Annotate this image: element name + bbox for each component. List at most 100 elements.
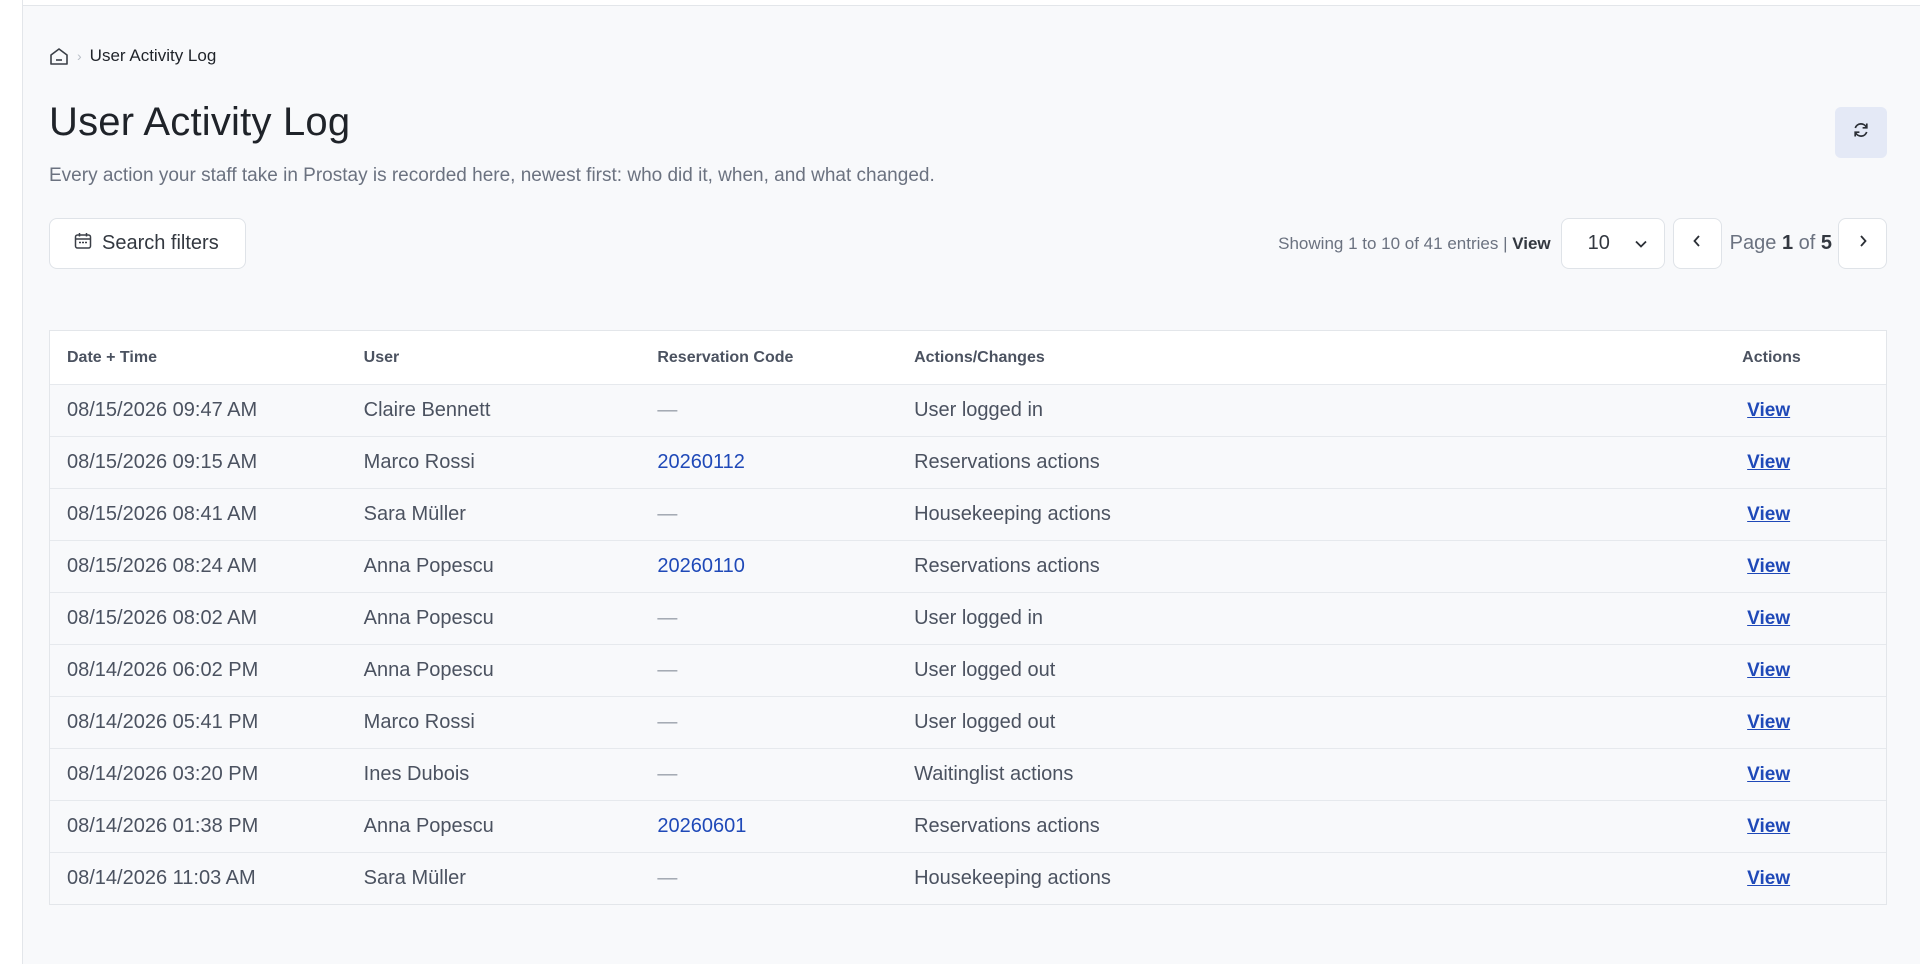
search-filters-label: Search filters: [102, 232, 219, 254]
prev-page-button[interactable]: [1672, 218, 1722, 269]
entries-text: Showing 1 to 10 of 41 entries |: [1278, 233, 1508, 253]
cell-reservation-code-empty: —: [657, 607, 678, 629]
view-label: View: [1512, 233, 1551, 253]
cell-datetime: 08/15/2026 08:41 AM: [67, 503, 258, 525]
cell-action: User logged in: [914, 399, 1044, 421]
cell-user: Sara Müller: [363, 867, 466, 889]
page-size-value: 10: [1587, 232, 1610, 254]
cell-actions: View: [1740, 763, 1886, 786]
view-link[interactable]: View: [1747, 556, 1790, 577]
cell-reservation-code-empty: —: [657, 711, 678, 733]
column-header-reservation-code[interactable]: Reservation Code: [657, 349, 914, 367]
cell-datetime: 08/15/2026 09:15 AM: [67, 451, 258, 473]
next-page-button[interactable]: [1838, 218, 1887, 269]
page-word: Page: [1729, 232, 1777, 254]
cell-datetime: 08/15/2026 09:47 AM: [67, 399, 258, 421]
column-header-user[interactable]: User: [364, 349, 658, 367]
table-row: 08/14/2026 06:02 PM Anna Popescu — User log…: [50, 644, 1886, 696]
view-link[interactable]: View: [1747, 816, 1790, 837]
cell-user: Anna Popescu: [363, 815, 494, 837]
cell-user: Marco Rossi: [363, 711, 475, 733]
cell-reservation-code-empty: —: [657, 399, 678, 421]
cell-action: User logged out: [914, 711, 1056, 733]
cell-reservation-code-empty: —: [657, 867, 678, 889]
cell-datetime: 08/14/2026 03:20 PM: [67, 763, 259, 785]
table-row: 08/15/2026 09:15 AM Marco Rossi 20260112 Re…: [50, 436, 1886, 488]
table-header: Date + Time User Reservation Code Action…: [50, 331, 1886, 384]
view-link[interactable]: View: [1747, 504, 1790, 525]
page-total: 5: [1820, 232, 1832, 254]
left-rail: [0, 0, 23, 964]
cell-user: Ines Dubois: [363, 763, 470, 785]
column-header-actions: Actions: [1742, 348, 1801, 366]
table-row: 08/14/2026 05:41 PM Marco Rossi — User logg…: [50, 696, 1886, 748]
cell-user: Sara Müller: [363, 503, 466, 525]
cell-action: Reservations actions: [914, 555, 1100, 577]
page-title: User Activity Log: [49, 100, 351, 144]
view-link[interactable]: View: [1747, 868, 1790, 889]
pagination: Showing 1 to 10 of 41 entries | View 10 …: [1278, 218, 1887, 269]
cell-datetime: 08/14/2026 11:03 AM: [67, 867, 256, 889]
cell-datetime: 08/15/2026 08:24 AM: [67, 555, 258, 577]
view-link[interactable]: View: [1747, 452, 1790, 473]
reservation-code-link[interactable]: 20260110: [657, 555, 914, 578]
view-link[interactable]: View: [1747, 608, 1790, 629]
cell-actions: View: [1740, 867, 1886, 890]
view-link[interactable]: View: [1747, 712, 1790, 733]
cell-user: Marco Rossi: [363, 451, 475, 473]
main-content: › User Activity Log User Activity Log Ev…: [49, 0, 1887, 964]
table-row: 08/15/2026 08:24 AM Anna Popescu 20260110 R…: [50, 540, 1886, 592]
page-indicator: Page 1 of 5: [1730, 232, 1832, 255]
cell-datetime: 08/15/2026 08:02 AM: [67, 607, 258, 629]
view-link[interactable]: View: [1747, 764, 1790, 785]
cell-actions: View: [1740, 659, 1886, 682]
cell-action: Waitinglist actions: [914, 763, 1074, 785]
column-header-datetime[interactable]: Date + Time: [50, 349, 364, 367]
cell-actions: View: [1740, 451, 1886, 474]
refresh-button[interactable]: [1835, 107, 1887, 158]
table-row: 08/15/2026 08:41 AM Sara Müller — Housekeep…: [50, 488, 1886, 540]
breadcrumb: › User Activity Log: [49, 46, 216, 66]
chevron-left-icon: [1692, 234, 1702, 253]
page-current: 1: [1781, 232, 1794, 254]
chevron-right-icon: [1858, 234, 1868, 253]
cell-action: Housekeeping actions: [914, 867, 1111, 889]
calendar-icon: [74, 232, 92, 256]
cell-actions: View: [1740, 555, 1886, 578]
page-subtitle: Every action your staff take in Prostay …: [49, 165, 935, 186]
cell-reservation-code-empty: —: [657, 503, 678, 525]
cell-user: Anna Popescu: [363, 659, 494, 681]
of-word: of: [1798, 232, 1816, 254]
cell-action: Housekeeping actions: [914, 503, 1111, 525]
cell-actions: View: [1740, 815, 1886, 838]
view-link[interactable]: View: [1747, 400, 1790, 421]
view-link[interactable]: View: [1747, 660, 1790, 681]
table-row: 08/15/2026 08:02 AM Anna Popescu — User log…: [50, 592, 1886, 644]
cell-reservation-code-empty: —: [657, 763, 678, 785]
breadcrumb-current: User Activity Log: [89, 46, 217, 65]
cell-actions: View: [1740, 399, 1886, 422]
table-row: 08/14/2026 01:38 PM Anna Popescu 20260601 R…: [50, 800, 1886, 852]
reservation-code-link[interactable]: 20260112: [657, 451, 914, 474]
cell-actions: View: [1740, 711, 1886, 734]
entries-summary: Showing 1 to 10 of 41 entries | View: [1278, 234, 1551, 254]
cell-reservation-code-empty: —: [657, 659, 678, 681]
page-size-select[interactable]: 10: [1560, 218, 1665, 269]
cell-datetime: 08/14/2026 06:02 PM: [67, 659, 259, 681]
cell-datetime: 08/14/2026 01:38 PM: [67, 815, 259, 837]
refresh-icon: [1851, 120, 1871, 145]
cell-user: Anna Popescu: [363, 607, 494, 629]
cell-user: Anna Popescu: [363, 555, 494, 577]
column-header-actions-changes[interactable]: Actions/Changes: [914, 349, 1740, 367]
cell-action: Reservations actions: [914, 815, 1100, 837]
cell-action: Reservations actions: [914, 451, 1100, 473]
table-body: 08/15/2026 09:47 AM Claire Bennett — User l…: [50, 384, 1886, 904]
table-row: 08/14/2026 11:03 AM Sara Müller — Housekeep…: [50, 852, 1886, 904]
table-row: 08/15/2026 09:47 AM Claire Bennett — User l…: [50, 384, 1886, 436]
home-icon[interactable]: [49, 47, 69, 66]
cell-action: User logged out: [914, 659, 1056, 681]
cell-action: User logged in: [914, 607, 1044, 629]
cell-user: Claire Bennett: [363, 399, 491, 421]
search-filters-button[interactable]: Search filters: [49, 218, 246, 269]
reservation-code-link[interactable]: 20260601: [657, 815, 914, 838]
